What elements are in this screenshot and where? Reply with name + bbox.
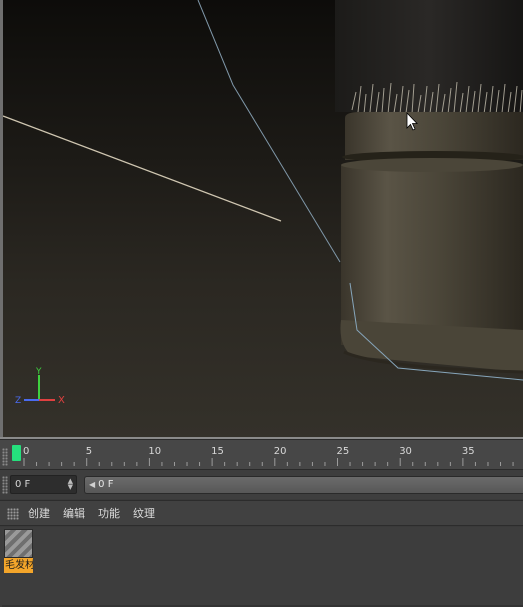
menu-create[interactable]: 创建: [28, 507, 50, 521]
timeline-tick-label: 15: [211, 446, 224, 457]
menu-function[interactable]: 功能: [98, 507, 120, 521]
axis-gizmo-icon: Y X Z: [15, 367, 65, 406]
range-start-value: 0 F: [98, 479, 114, 490]
viewport-left-border: [0, 0, 3, 439]
frame-range-slider[interactable]: ◀ 0 F: [84, 476, 523, 494]
axis-z-label: Z: [15, 396, 21, 406]
frame-controls-grip-handle[interactable]: [2, 476, 8, 494]
brush-body-top-rim: [341, 158, 523, 172]
axis-y-label: Y: [35, 367, 42, 377]
material-label-hair[interactable]: 毛发材: [4, 558, 33, 573]
material-manager-grip-handle[interactable]: [7, 508, 19, 520]
material-manager-area[interactable]: 毛发材: [0, 527, 523, 607]
3d-viewport[interactable]: Y X Z: [0, 0, 523, 439]
axis-x-label: X: [58, 395, 65, 406]
timeline-grip-handle[interactable]: [2, 448, 8, 466]
timeline-tick-label: 20: [273, 446, 287, 457]
timeline-ruler[interactable]: 0510152025303540: [0, 439, 523, 469]
material-thumbnail-hair[interactable]: [4, 529, 33, 558]
timeline-playhead[interactable]: [12, 445, 21, 461]
current-frame-field[interactable]: 0 F ▲ ▼: [10, 475, 77, 494]
material-manager-menubar: 创建 编辑 功能 纹理: [0, 500, 523, 526]
menu-texture[interactable]: 纹理: [133, 507, 155, 521]
timeline-tick-label: 35: [461, 446, 475, 457]
range-slider-left-arrow-icon[interactable]: ◀: [89, 477, 95, 493]
timeline-tick-label: 25: [336, 446, 350, 457]
guide-line-tan: [2, 115, 282, 222]
viewport-scene: [2, 0, 523, 381]
brush-body: [341, 165, 523, 345]
brush-shaft: [335, 0, 523, 112]
guide-line-blue-upper: [197, 0, 341, 263]
timeline-tick-label: 30: [399, 446, 412, 457]
timeline-tick-label: 10: [148, 446, 162, 457]
menu-edit[interactable]: 编辑: [63, 507, 85, 521]
frame-spinner-icon[interactable]: ▲ ▼: [68, 478, 73, 491]
timeline-ticks[interactable]: 0510152025303540: [10, 440, 523, 470]
timeline-tick-label: 5: [85, 446, 93, 457]
frame-controls-bar: 0 F ▲ ▼ ◀ 0 F: [0, 469, 523, 499]
timeline-tick-label: 0: [23, 446, 30, 457]
current-frame-value: 0 F: [15, 479, 31, 490]
